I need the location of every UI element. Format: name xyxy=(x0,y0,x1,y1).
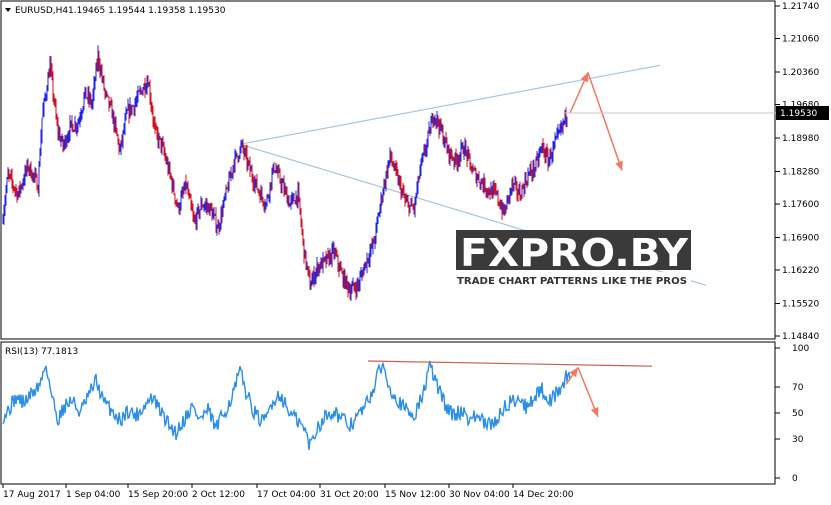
price-tick-label: 1.15520 xyxy=(782,299,819,309)
time-tick-label: 17 Aug 2017 xyxy=(3,490,61,500)
time-tick-label: 31 Oct 20:00 xyxy=(320,490,379,500)
price-tick-label: 1.16900 xyxy=(782,233,819,243)
rsi-tick-label: 70 xyxy=(792,383,804,393)
rsi-tick-label: 30 xyxy=(792,435,804,445)
symbol-label: EURUSD,H4 xyxy=(15,6,68,16)
watermark: FXPRO.BY TRADE CHART PATTERNS LIKE THE P… xyxy=(455,230,691,288)
last-price-value: 1.19530 xyxy=(780,109,817,119)
price-tick-label: 1.16220 xyxy=(782,266,819,276)
watermark-brand: FXPRO.BY xyxy=(460,231,689,275)
time-tick-label: 1 Sep 04:00 xyxy=(66,490,121,500)
price-tick-label: 1.20360 xyxy=(782,68,819,78)
price-tick-label: 1.21740 xyxy=(782,2,819,12)
price-tick-label: 1.18280 xyxy=(782,167,819,177)
time-tick-label: 2 Oct 12:00 xyxy=(192,490,245,500)
rsi-label: RSI(13) 77.1813 xyxy=(5,347,78,357)
price-tick-label: 1.18980 xyxy=(782,134,819,144)
time-tick-label: 14 Dec 20:00 xyxy=(513,490,574,500)
trading-chart[interactable]: 1.217401.210601.203601.196801.189801.182… xyxy=(0,0,831,505)
price-tick-label: 1.21060 xyxy=(782,35,819,45)
time-tick-label: 30 Nov 04:00 xyxy=(449,490,510,500)
rsi-tick-label: 0 xyxy=(792,474,798,484)
rsi-tick-label: 50 xyxy=(792,409,804,419)
price-tick-label: 1.17600 xyxy=(782,200,819,210)
rsi-tick-label: 100 xyxy=(792,344,809,354)
chart-background xyxy=(0,0,831,505)
watermark-tagline: TRADE CHART PATTERNS LIKE THE PROS xyxy=(457,276,687,287)
symbol-header: EURUSD,H4 1.19465 1.19544 1.19358 1.1953… xyxy=(5,6,226,16)
time-tick-label: 15 Sep 20:00 xyxy=(128,490,188,500)
time-tick-label: 15 Nov 12:00 xyxy=(385,490,446,500)
time-tick-label: 17 Oct 04:00 xyxy=(257,490,316,500)
price-tick-label: 1.14840 xyxy=(782,332,819,342)
ohlc-values: 1.19465 1.19544 1.19358 1.19530 xyxy=(68,6,226,16)
